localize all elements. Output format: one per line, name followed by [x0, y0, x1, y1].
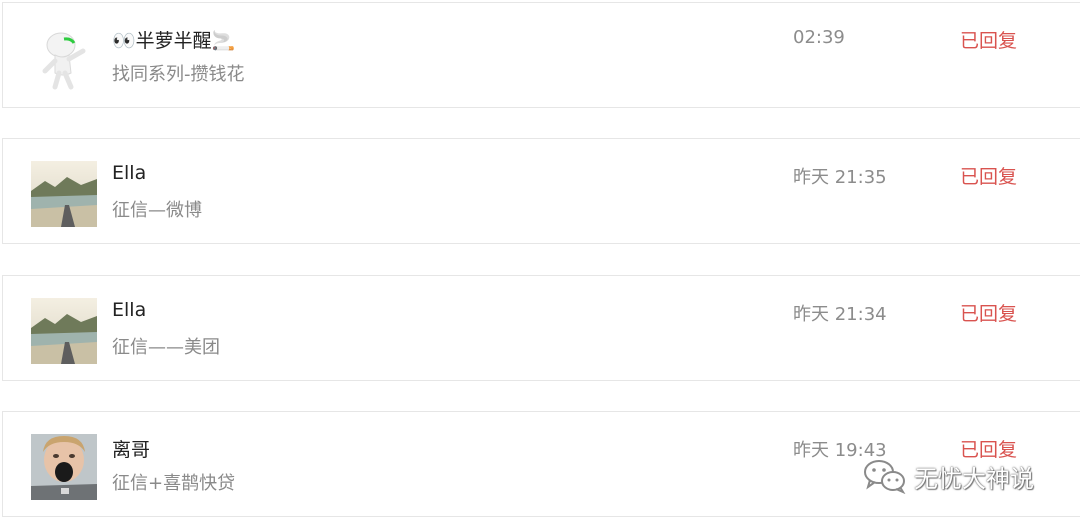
avatar[interactable] — [31, 161, 97, 227]
message-row[interactable]: Ella 征信—微博 昨天 21:35 已回复 — [2, 138, 1080, 244]
contact-name: 👀半萝半醒🚬 — [112, 30, 236, 52]
message-time: 昨天 21:35 — [793, 167, 887, 188]
message-subtitle: 找同系列-攒钱花 — [112, 64, 245, 85]
person-face-avatar-icon — [31, 434, 97, 500]
message-list: 👀半萝半醒🚬 找同系列-攒钱花 02:39 已回复 Ella 征信—微博 昨天 … — [0, 0, 1080, 522]
white-figure-avatar-icon — [31, 25, 97, 91]
contact-name: Ella — [112, 299, 147, 321]
message-subtitle: 征信——美团 — [112, 337, 220, 358]
contact-name: 离哥 — [112, 439, 151, 461]
watermark: 无忧大神说 — [862, 458, 1034, 494]
message-subtitle: 征信—微博 — [112, 200, 202, 221]
watermark-text: 无忧大神说 — [914, 464, 1034, 493]
reply-status: 已回复 — [960, 303, 1018, 325]
reply-status: 已回复 — [960, 30, 1018, 52]
wechat-icon — [864, 460, 906, 494]
mountain-landscape-avatar-icon — [31, 161, 97, 227]
message-time: 02:39 — [793, 27, 845, 48]
avatar[interactable] — [31, 434, 97, 500]
message-time: 昨天 21:34 — [793, 304, 887, 325]
avatar[interactable] — [31, 298, 97, 364]
message-subtitle: 征信+喜鹊快贷 — [112, 473, 236, 494]
avatar[interactable] — [31, 25, 97, 91]
contact-name: Ella — [112, 162, 147, 184]
message-row[interactable]: 👀半萝半醒🚬 找同系列-攒钱花 02:39 已回复 — [2, 2, 1080, 108]
mountain-landscape-avatar-icon — [31, 298, 97, 364]
reply-status: 已回复 — [960, 166, 1018, 188]
message-row[interactable]: Ella 征信——美团 昨天 21:34 已回复 — [2, 275, 1080, 381]
